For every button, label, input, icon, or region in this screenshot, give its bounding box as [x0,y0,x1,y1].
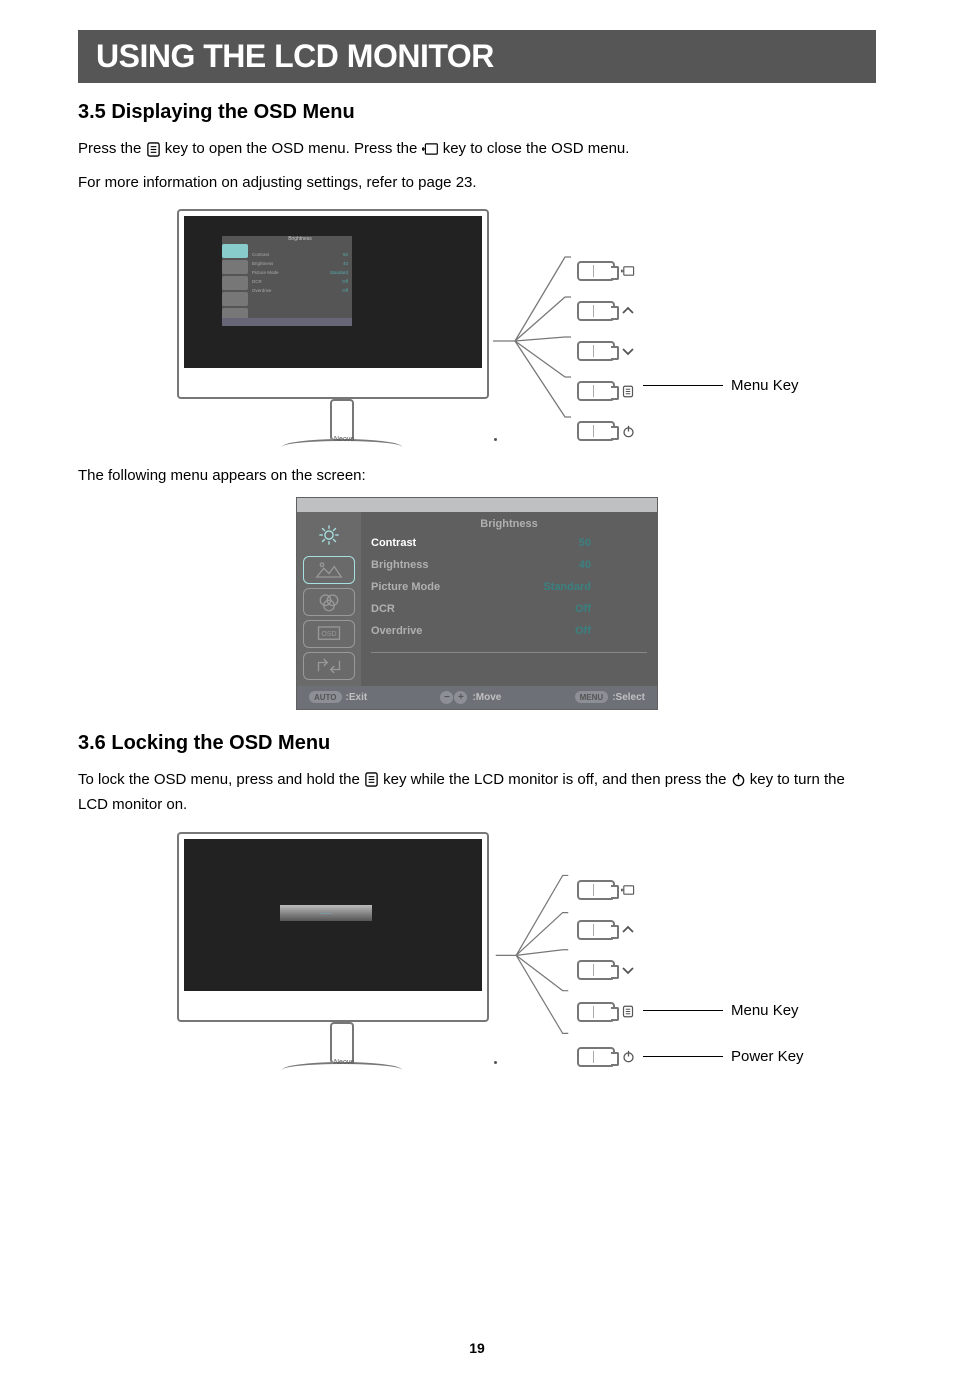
text-fragment: key to open the OSD menu. Press the [165,140,422,157]
callout-bracket [493,249,571,433]
section-3-5-p3: The following menu appears on the screen… [78,463,876,489]
osd-row-label: Contrast [371,537,461,549]
chevron-up-icon [621,925,635,935]
osd-tab-reset [303,652,355,680]
source-icon [422,142,439,156]
text-fragment: key while the LCD monitor is off, and th… [383,771,730,788]
section-3-5-p2: For more information on adjusting settin… [78,170,876,196]
source-icon [621,884,635,896]
svg-text:OSD: OSD [321,630,336,637]
physical-button [577,960,615,980]
osd-row-value: 40 [521,559,591,571]
chevron-down-icon [621,346,635,356]
callout-label: Menu Key [731,377,799,394]
text-fragment: key to close the OSD menu. [443,140,630,157]
text-fragment: Press the [78,140,146,157]
physical-button [577,1002,615,1022]
menu-icon [621,385,635,398]
osd-row-label: Picture Mode [371,581,461,593]
osd-tab-image [303,556,355,584]
lock-osd-strip: ——— [280,905,372,921]
osd-row-picture-mode: Picture Mode Standard [371,576,647,598]
osd-row-value: 50 [521,537,591,549]
callout-label: Menu Key [731,1002,799,1019]
osd-hint-button: + [454,691,467,704]
physical-button [577,261,615,281]
osd-hint-button: AUTO [309,691,342,703]
osd-row-contrast: Contrast 50 [371,532,647,554]
osd-sidebar: OSD [297,512,361,686]
osd-row-label: Overdrive [371,625,461,637]
osd-hint-label: :Move [472,692,501,703]
osd-tab-osd: OSD [303,620,355,648]
osd-row-overdrive: Overdrive Off [371,620,647,642]
callout-label: Power Key [731,1048,804,1065]
osd-row-value: Off [521,603,591,615]
monitor-outline: Brightness Contrast50 Brightness40 Pictu… [177,209,507,447]
osd-row-value: Standard [521,581,591,593]
callout-menu-key: Menu Key [643,377,799,394]
physical-button [577,421,615,441]
power-icon [621,1050,635,1063]
physical-button [577,1047,615,1067]
page-number: 19 [0,1340,954,1356]
section-3-5-heading: 3.5 Displaying the OSD Menu [78,101,876,124]
brand-label: ●Neovo [330,436,354,443]
menu-icon [364,772,379,787]
osd-hint-button: − [440,691,453,704]
diagram-osd-open: Brightness Contrast50 Brightness40 Pictu… [0,205,954,445]
osd-hint-label: :Select [612,692,645,703]
chevron-down-icon [621,965,635,975]
osd-row-label: Brightness [371,559,461,571]
physical-button [577,920,615,940]
power-icon [621,425,635,438]
power-icon [731,772,746,787]
button-column [577,870,635,1080]
button-column [577,251,635,451]
brand-label: ●Neovo [330,1059,354,1066]
section-3-6-heading: 3.6 Locking the OSD Menu [78,732,876,755]
section-3-6-p1: To lock the OSD menu, press and hold the… [78,767,876,818]
osd-tab-brightness [303,518,355,552]
chapter-banner: USING THE LCD MONITOR [78,30,876,83]
callout-bracket [493,868,571,1052]
osd-row-label: DCR [371,603,461,615]
osd-hint-button: MENU [575,691,609,703]
osd-title: Brightness [371,512,647,532]
text-fragment: To lock the OSD menu, press and hold the [78,771,364,788]
physical-button [577,301,615,321]
section-3-5-p1: Press the key to open the OSD menu. Pres… [78,136,876,162]
callout-power-key: Power Key [643,1048,804,1065]
chevron-up-icon [621,306,635,316]
osd-row-value: Off [521,625,591,637]
banner-title: USING THE LCD MONITOR [96,38,858,75]
osd-tab-color [303,588,355,616]
osd-mini-title: Brightness [252,236,348,242]
callout-menu-key: Menu Key [643,1002,799,1019]
physical-button [577,880,615,900]
osd-mini: Brightness Contrast50 Brightness40 Pictu… [222,236,352,326]
diagram-osd-lock: ——— ●Neovo [0,828,954,1074]
menu-icon [146,142,161,157]
osd-footer: AUTO :Exit − + :Move MENU :Select [297,686,657,709]
physical-button [577,381,615,401]
osd-menu-enlarged: OSD Brightness Contrast 50 Brightness 40 [0,497,954,710]
osd-row-brightness: Brightness 40 [371,554,647,576]
monitor-outline: ——— ●Neovo [177,832,507,1070]
osd-hint-label: :Exit [346,692,368,703]
source-icon [621,265,635,277]
physical-button [577,341,615,361]
osd-row-dcr: DCR Off [371,598,647,620]
menu-icon [621,1005,635,1018]
